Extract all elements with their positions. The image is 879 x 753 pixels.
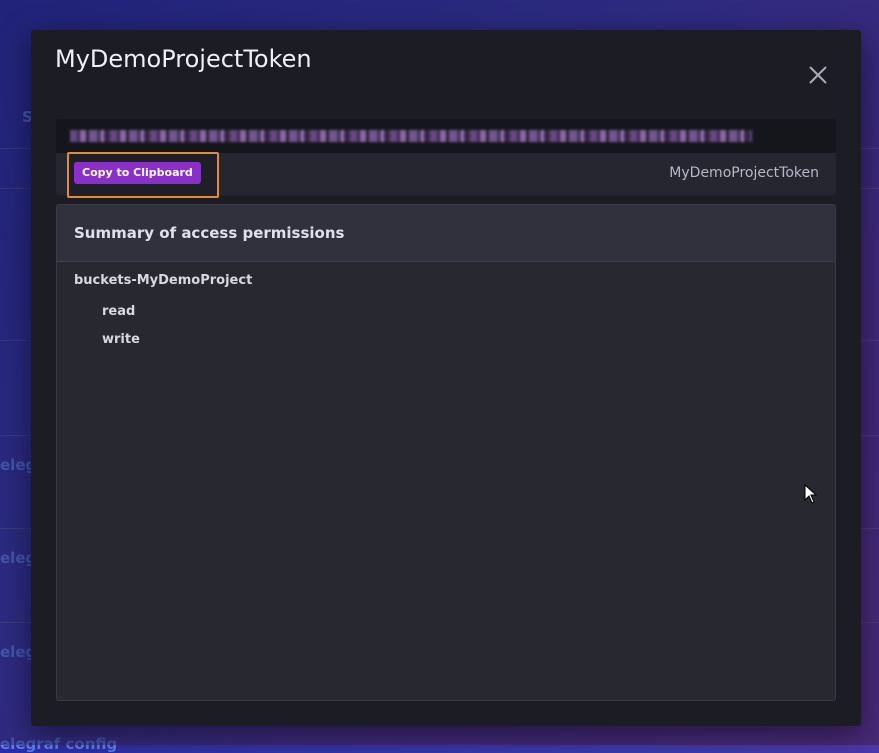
- token-value-field[interactable]: [56, 119, 836, 153]
- permission-item: write: [102, 332, 140, 347]
- token-value-redacted: [70, 130, 752, 142]
- permission-item: read: [102, 304, 136, 319]
- permissions-summary-panel: Summary of access permissions buckets-My…: [56, 204, 836, 701]
- token-panel: Copy to Clipboard MyDemoProjectToken: [56, 119, 836, 198]
- mouse-cursor-icon: [804, 484, 818, 504]
- permissions-header: Summary of access permissions: [57, 205, 835, 262]
- bucket-name: buckets-MyDemoProject: [74, 273, 253, 288]
- copy-button-highlight: Copy to Clipboard: [67, 152, 219, 198]
- copy-to-clipboard-button[interactable]: Copy to Clipboard: [74, 162, 201, 184]
- modal-title: MyDemoProjectToken: [55, 45, 312, 73]
- permissions-title: Summary of access permissions: [74, 224, 345, 242]
- close-icon[interactable]: [805, 62, 831, 88]
- token-name-label: MyDemoProjectToken: [669, 165, 819, 181]
- token-modal: MyDemoProjectToken Copy to Clipboard MyD…: [31, 30, 861, 726]
